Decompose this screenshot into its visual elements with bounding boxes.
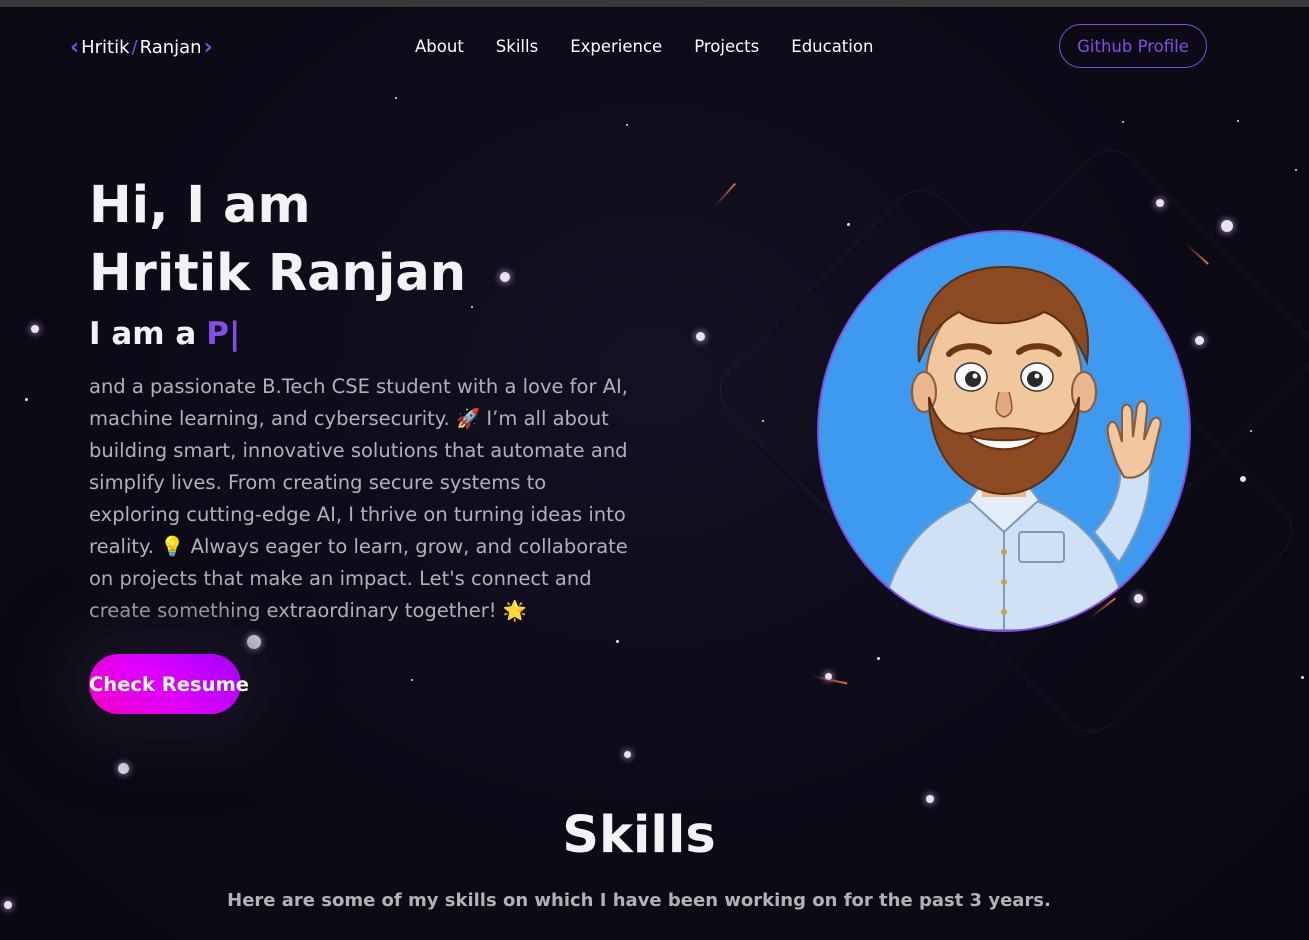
role-typewriter: P| xyxy=(206,316,241,352)
hero-role: I am a P| xyxy=(89,316,240,352)
hero-bio: and a passionate B.Tech CSE student with… xyxy=(89,375,628,622)
nav-link-about[interactable]: About xyxy=(415,37,464,56)
skills-title: Skills xyxy=(562,806,716,865)
hero-title: Hi, I am Hritik Ranjan xyxy=(89,172,466,308)
nav-link-experience[interactable]: Experience xyxy=(570,37,662,56)
navbar: ‹ Hritik / Ranjan › About Skills Experienc… xyxy=(0,7,1309,87)
logo-last-name: Ranjan xyxy=(139,37,202,58)
check-resume-button[interactable]: Check Resume xyxy=(89,654,249,714)
skills-description: Here are some of my skills on which I ha… xyxy=(227,890,1051,911)
github-profile-button[interactable]: Github Profile xyxy=(1059,24,1207,68)
chevron-left-icon: ‹ xyxy=(70,34,80,60)
nav-link-skills[interactable]: Skills xyxy=(496,37,538,56)
profile-avatar xyxy=(817,230,1191,632)
browser-top-strip xyxy=(0,0,1309,7)
logo-link[interactable]: ‹ Hritik / Ranjan › xyxy=(70,34,213,60)
nav-links: About Skills Experience Projects Educati… xyxy=(415,37,873,56)
hero-name: Hritik Ranjan xyxy=(89,244,467,303)
avatar-illustration xyxy=(877,265,1162,630)
role-prefix: I am a xyxy=(89,316,197,352)
logo-first-name: Hritik xyxy=(81,37,130,58)
nav-link-projects[interactable]: Projects xyxy=(694,37,759,56)
logo-slash: / xyxy=(131,37,138,58)
hero-greeting: Hi, I am xyxy=(89,176,311,235)
portfolio-page: ‹ Hritik / Ranjan › About Skills Experienc… xyxy=(0,0,1309,940)
nav-link-education[interactable]: Education xyxy=(791,37,873,56)
chevron-right-icon: › xyxy=(203,34,213,60)
